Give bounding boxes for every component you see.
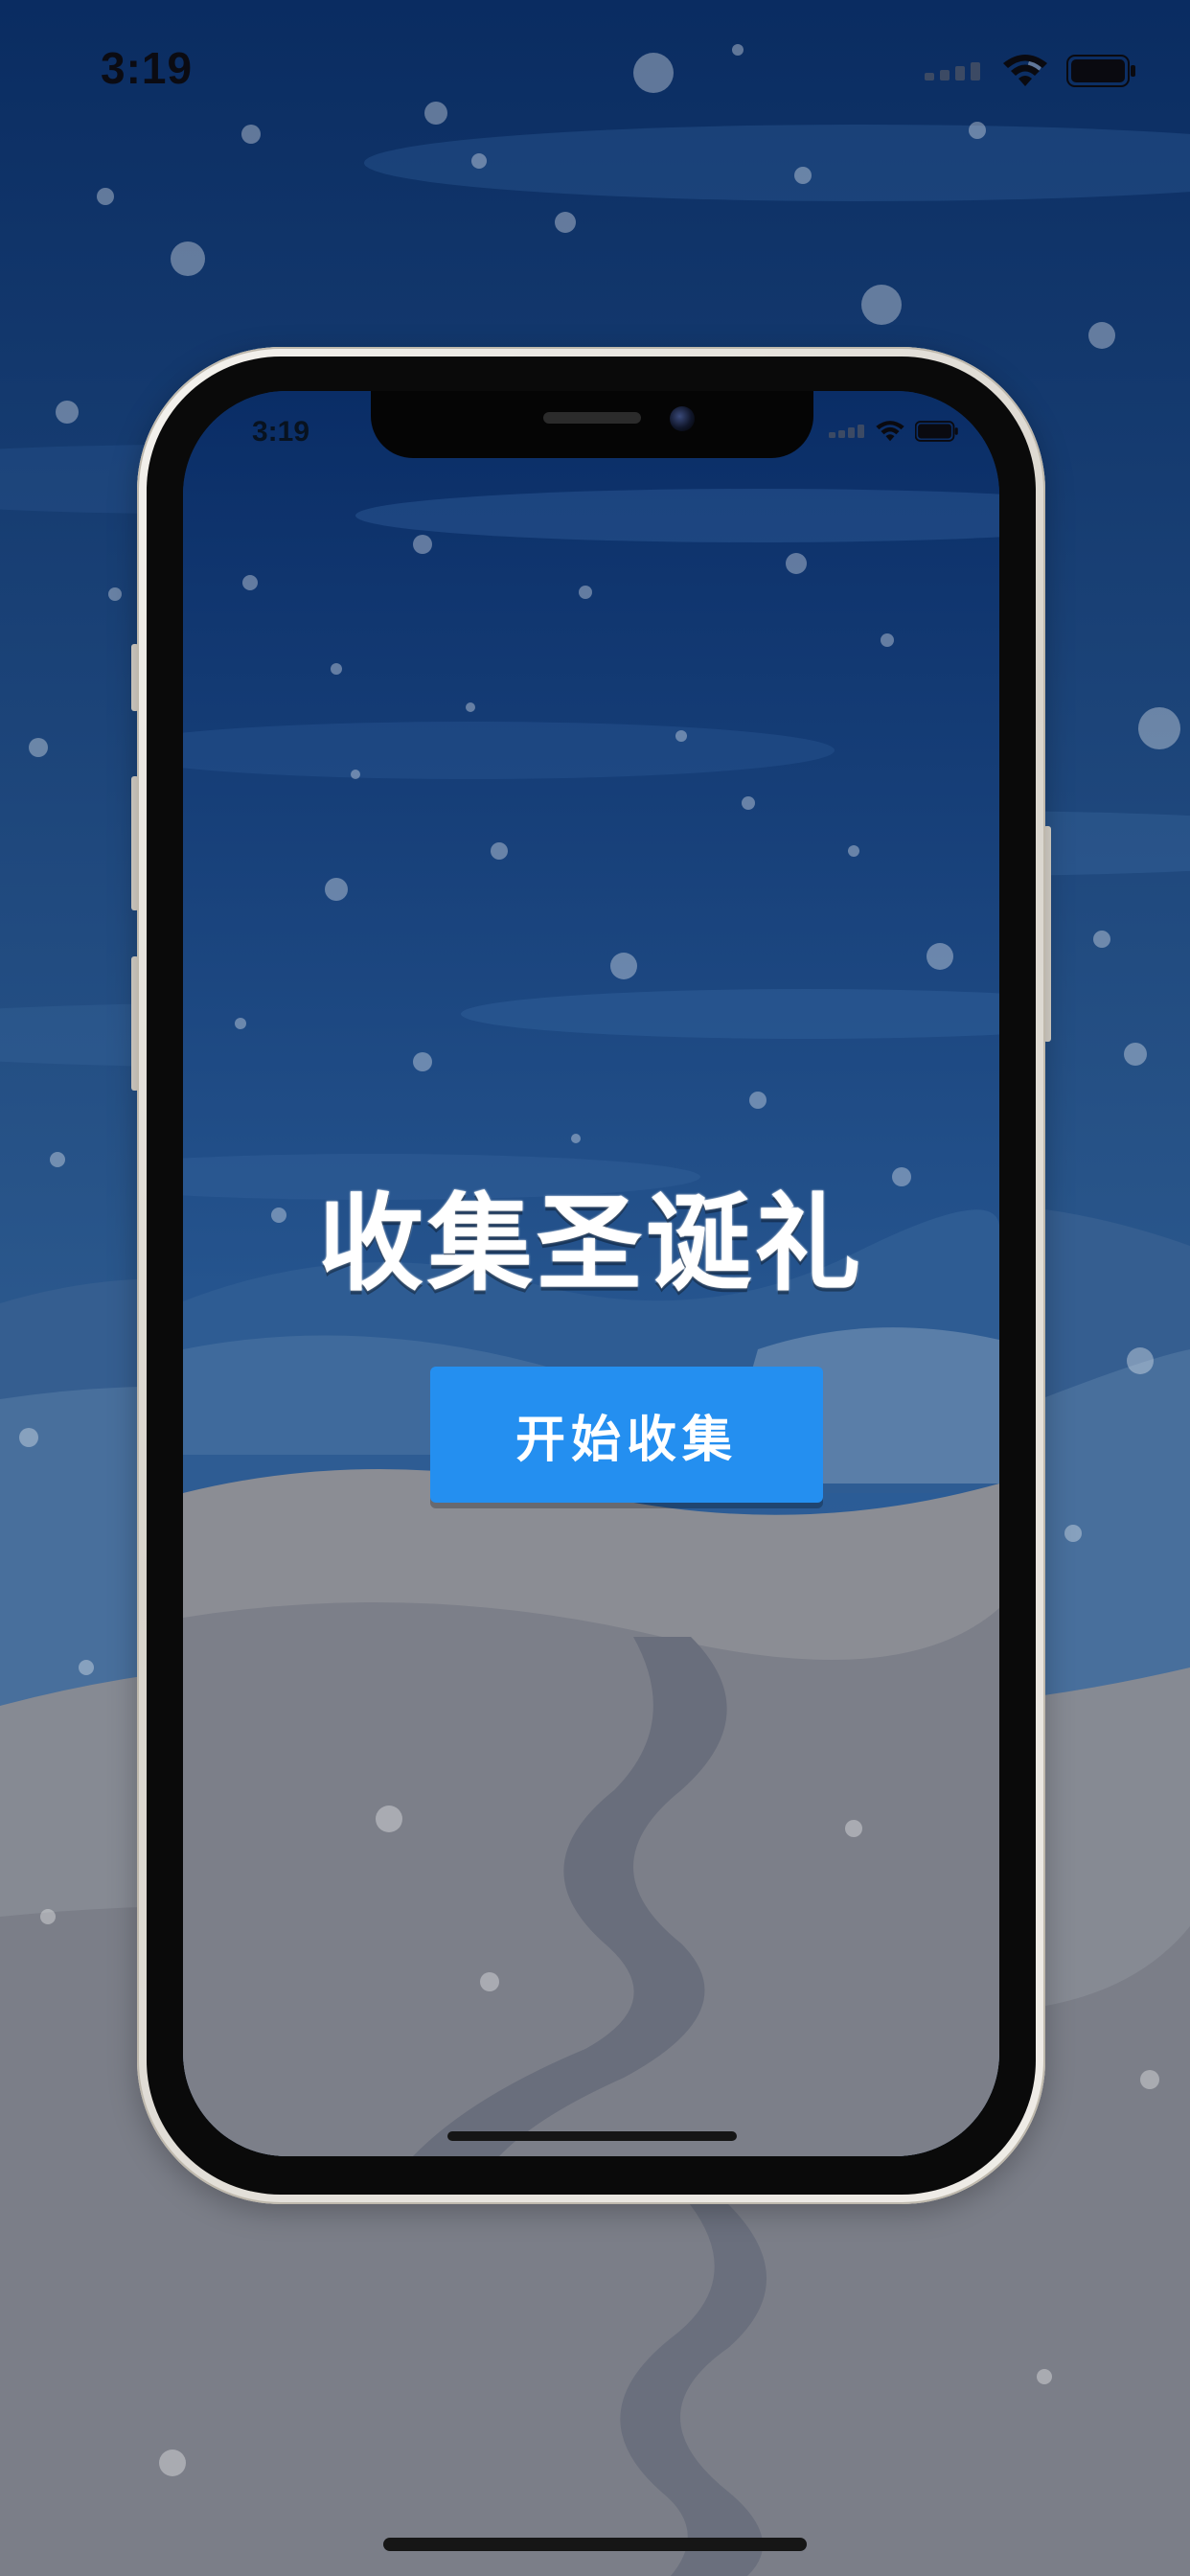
inner-status-icons [829, 420, 959, 443]
inner-status-time: 3:19 [252, 416, 310, 448]
phone-mockup: 3:19 收集圣诞礼 开始收集 [131, 347, 1051, 2204]
app-title: 收集圣诞礼 [318, 1183, 864, 1305]
status-time: 3:19 [101, 43, 194, 93]
status-bar: 3:19 [0, 0, 1190, 134]
status-icons [925, 54, 1137, 88]
signal-icon [925, 62, 980, 80]
inner-wifi-icon [876, 421, 904, 442]
inner-signal-icon [829, 425, 864, 438]
front-camera [670, 406, 695, 431]
inner-home-indicator [447, 2131, 737, 2141]
home-indicator[interactable] [383, 2538, 807, 2551]
start-collecting-button[interactable]: 开始收集 [430, 1367, 823, 1503]
inner-battery-icon [915, 421, 958, 442]
phone-screen: 3:19 收集圣诞礼 开始收集 [183, 391, 999, 2156]
speaker-grille [543, 412, 641, 424]
battery-icon [1066, 55, 1135, 87]
wifi-icon [1003, 55, 1047, 86]
phone-notch [371, 391, 813, 458]
